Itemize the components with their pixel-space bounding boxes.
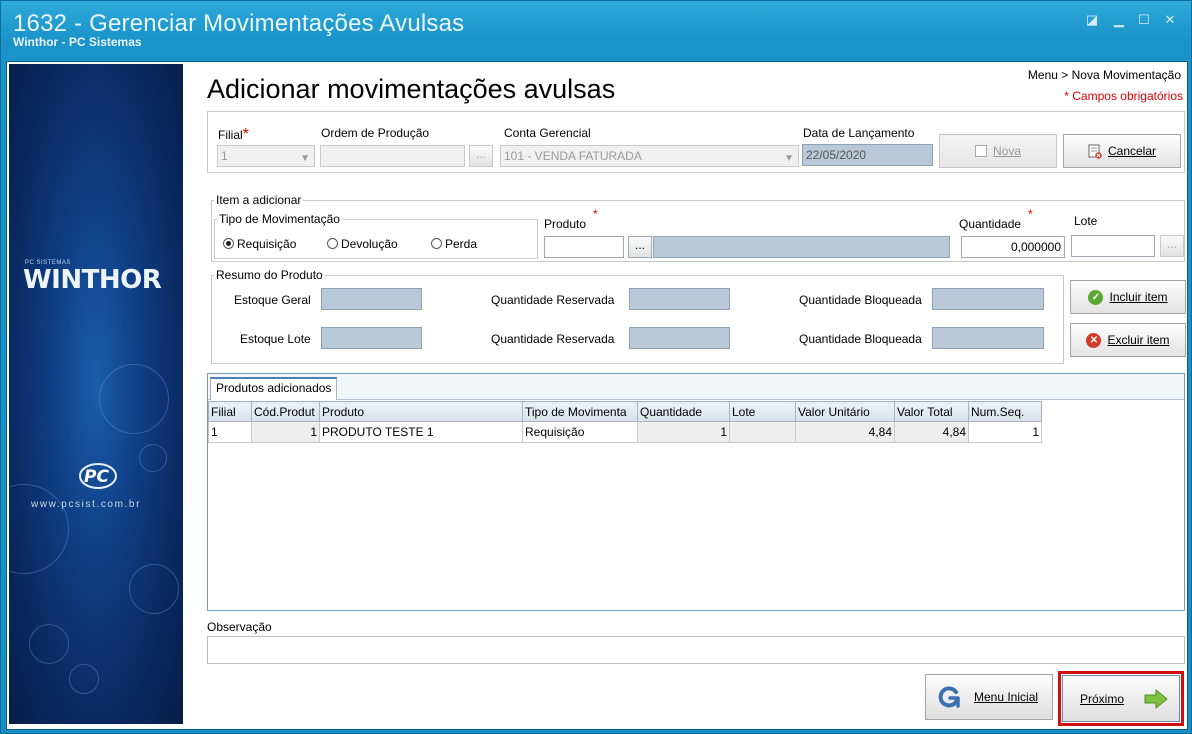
radio-perda[interactable]: Perda xyxy=(431,237,477,251)
cancel-document-icon xyxy=(1088,144,1102,159)
required-star: * xyxy=(593,207,598,221)
sidebar-banner: PC SISTEMAS WINTHOR PC www.pcsist.com.br xyxy=(9,64,183,724)
menu-inicial-button[interactable]: Menu Inicial xyxy=(925,674,1053,720)
required-star: * xyxy=(242,126,249,143)
tipo-legend: Tipo de Movimentação xyxy=(217,212,342,226)
lote-label: Lote xyxy=(1074,214,1098,228)
check-circle-icon: ✓ xyxy=(1088,289,1104,305)
app-window: 1632 - Gerenciar Movimentações Avulsas W… xyxy=(0,0,1192,734)
back-arrow-icon xyxy=(938,686,960,708)
data-label: Data de Lançamento xyxy=(803,126,915,140)
estoque-lote-value xyxy=(321,327,422,349)
conta-select[interactable]: 101 - VENDA FATURADA ▼ xyxy=(500,145,799,167)
ordem-label: Ordem de Produção xyxy=(321,126,430,140)
ordem-search-button[interactable]: ... xyxy=(469,145,493,167)
pc-logo-icon: PC xyxy=(79,463,117,489)
cell-cod-produto: 1 xyxy=(251,421,320,443)
svg-text:PC: PC xyxy=(84,467,109,487)
filial-select[interactable]: 1 ▼ xyxy=(217,145,315,167)
cell-valor-unitario: 4,84 xyxy=(795,421,895,443)
estoque-geral-value xyxy=(321,288,422,310)
cell-filial: 1 xyxy=(208,421,252,443)
quantidade-label: Quantidade xyxy=(959,217,1022,231)
website-text: www.pcsist.com.br xyxy=(31,499,141,510)
estoque-geral-label: Estoque Geral xyxy=(234,293,311,307)
breadcrumb: Menu > Nova Movimentação xyxy=(1027,68,1181,82)
cell-num-seq: 1 xyxy=(968,421,1042,443)
quantidade-reservada-lote-value xyxy=(629,327,730,349)
resumo-legend: Resumo do Produto xyxy=(214,268,325,282)
cell-lote xyxy=(729,421,796,443)
radio-requisicao[interactable]: Requisição xyxy=(223,237,296,251)
item-legend: Item a adicionar xyxy=(214,193,304,207)
observacao-input[interactable] xyxy=(207,636,1185,664)
quantidade-input[interactable]: 0,000000 xyxy=(961,236,1065,258)
produtos-table: Filial Cód.Produt Produto Tipo de Movime… xyxy=(208,401,1042,443)
incluir-item-button[interactable]: ✓ Incluir item xyxy=(1070,280,1186,314)
radio-unselected-icon xyxy=(431,238,442,249)
column-header[interactable]: Valor Total xyxy=(894,401,969,422)
window-title: 1632 - Gerenciar Movimentações Avulsas xyxy=(13,10,465,37)
excluir-item-button[interactable]: ✕ Excluir item xyxy=(1070,323,1186,357)
quantidade-bloqueada-value xyxy=(932,288,1044,310)
cell-valor-total: 4,84 xyxy=(894,421,969,443)
cell-tipo: Requisição xyxy=(522,421,638,443)
produto-label: Produto xyxy=(544,217,587,231)
produto-desc-input xyxy=(653,236,950,258)
radio-unselected-icon xyxy=(327,238,338,249)
tab-strip: Produtos adicionados xyxy=(208,374,1184,400)
required-note: * Campos obrigatórios xyxy=(1064,89,1183,103)
checkbox-icon xyxy=(974,145,987,157)
column-header[interactable]: Cód.Produt xyxy=(251,401,320,422)
winthor-logo: WINTHOR xyxy=(23,265,162,295)
radio-devolucao[interactable]: Devolução xyxy=(327,237,398,251)
column-header[interactable]: Filial xyxy=(208,401,252,422)
column-header[interactable]: Produto xyxy=(319,401,523,422)
radio-selected-icon xyxy=(223,238,234,249)
column-header[interactable]: Num.Seq. xyxy=(968,401,1042,422)
cell-produto: PRODUTO TESTE 1 xyxy=(319,421,523,443)
column-header[interactable]: Valor Unitário xyxy=(795,401,895,422)
minimize-icon[interactable]: ▁ xyxy=(1110,11,1128,29)
restore-icon[interactable]: ◪ xyxy=(1083,11,1101,29)
observacao-label: Observação xyxy=(207,620,272,634)
quantidade-bloqueada-lote-label: Quantidade Bloqueada xyxy=(799,332,922,346)
chevron-down-icon: ▼ xyxy=(300,153,310,164)
ordem-input[interactable] xyxy=(320,145,465,167)
column-header[interactable]: Quantidade xyxy=(637,401,730,422)
produto-code-input[interactable] xyxy=(544,236,624,258)
delete-circle-icon: ✕ xyxy=(1086,332,1102,348)
column-header[interactable]: Tipo de Movimenta xyxy=(522,401,638,422)
lote-input[interactable] xyxy=(1071,235,1155,257)
quantidade-reservada-value xyxy=(629,288,730,310)
maximize-icon[interactable]: ☐ xyxy=(1135,11,1153,29)
column-header[interactable]: Lote xyxy=(729,401,796,422)
conta-label: Conta Gerencial xyxy=(504,126,591,140)
quantidade-bloqueada-lote-value xyxy=(932,327,1044,349)
quantidade-reservada-label: Quantidade Reservada xyxy=(491,293,615,307)
client-area: PC SISTEMAS WINTHOR PC www.pcsist.com.br… xyxy=(6,61,1188,730)
lote-search-button[interactable]: ... xyxy=(1160,235,1184,257)
produto-search-button[interactable]: ... xyxy=(628,236,652,258)
produtos-panel: Produtos adicionados Filial Cód.Produt P… xyxy=(207,373,1185,611)
main-content: Menu > Nova Movimentação * Campos obriga… xyxy=(187,62,1189,731)
cancelar-button[interactable]: Cancelar xyxy=(1063,134,1181,168)
chevron-down-icon: ▼ xyxy=(784,153,794,164)
close-icon[interactable]: ✕ xyxy=(1161,11,1179,29)
required-star: * xyxy=(1028,207,1033,221)
page-title: Adicionar movimentações avulsas xyxy=(207,74,616,104)
cell-quantidade: 1 xyxy=(637,421,730,443)
quantidade-reservada-lote-label: Quantidade Reservada xyxy=(491,332,615,346)
data-input[interactable]: 22/05/2020 xyxy=(802,144,933,166)
window-subtitle: Winthor - PC Sistemas xyxy=(13,35,142,49)
tab-produtos-adicionados[interactable]: Produtos adicionados xyxy=(210,377,338,400)
estoque-lote-label: Estoque Lote xyxy=(240,332,311,346)
proximo-button[interactable]: Próximo xyxy=(1062,675,1180,722)
nova-button[interactable]: Nova xyxy=(939,134,1057,168)
quantidade-bloqueada-label: Quantidade Bloqueada xyxy=(799,293,922,307)
next-arrow-icon xyxy=(1144,688,1168,709)
table-row[interactable]: 1 1 PRODUTO TESTE 1 Requisição 1 4,84 4,… xyxy=(208,421,1042,443)
filial-label: Filial* xyxy=(218,126,249,143)
